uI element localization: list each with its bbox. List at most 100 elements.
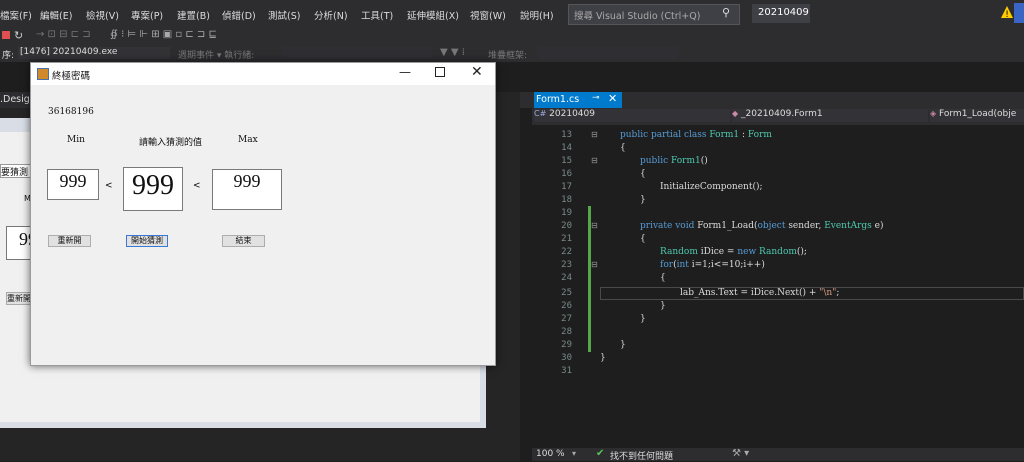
search-placeholder: 搜尋 Visual Studio (Ctrl+Q)	[574, 11, 701, 22]
close-icon[interactable]: ✕	[471, 64, 483, 80]
stop-icon[interactable]	[2, 31, 10, 39]
close-tab-icon[interactable]: ✕	[608, 92, 617, 105]
line-number: 13	[561, 130, 572, 140]
standard-toolbar: ↻ → ⊡ ⊟ ⊏ ⊐ ∯ ⁝ ⊨ ⊩ ⊞ ▣ ▫ ⊏ ⊐ ⊑	[0, 28, 1024, 46]
guess-textbox[interactable]: 999	[123, 167, 183, 211]
step-icon[interactable]: → ⊡ ⊟ ⊏ ⊐	[36, 29, 91, 40]
menu-analyze[interactable]: 分析(N)	[314, 8, 348, 22]
designer-label[interactable]: 要猜測	[0, 164, 34, 178]
min-label: Min	[67, 135, 85, 145]
minimize-icon[interactable]: —	[399, 65, 411, 79]
less-than-1: <	[105, 181, 113, 191]
code-line: public Form1()	[640, 156, 708, 166]
code-line: }	[620, 340, 626, 350]
line-number: 30	[561, 353, 572, 363]
menu-test[interactable]: 測試(S)	[268, 8, 300, 22]
pin-icon[interactable]: ⊸	[592, 93, 600, 103]
line-number: 24	[561, 273, 572, 283]
code-line: }	[640, 195, 646, 205]
process-select[interactable]: [1476] 20210409.exe	[18, 47, 170, 59]
menu-help[interactable]: 說明(H)	[520, 8, 554, 22]
collapse-icon[interactable]: ⊟	[591, 221, 598, 230]
brush-icon[interactable]: ⚒ ▾	[732, 448, 749, 459]
line-number: 23	[561, 260, 572, 270]
answer-label: 36168196	[48, 107, 94, 117]
app-icon	[37, 68, 49, 80]
svg-text:!: !	[1005, 10, 1009, 19]
line-number: 28	[561, 327, 572, 337]
line-number: 16	[561, 169, 572, 179]
line-number: 20	[561, 221, 572, 231]
zoom-dropdown-icon[interactable]: ▾	[572, 449, 576, 458]
line-number: 18	[561, 195, 572, 205]
restart-icon[interactable]: ↻	[14, 29, 23, 42]
menu-extensions[interactable]: 延伸模組(X)	[407, 8, 459, 22]
line-number: 21	[561, 234, 572, 244]
menu-window[interactable]: 視窗(W)	[470, 8, 506, 22]
tab-label: Form1.cs	[536, 94, 580, 105]
status-text[interactable]: 找不到任何問題	[610, 449, 673, 462]
line-number: 22	[561, 247, 572, 257]
menu-view[interactable]: 檢視(V)	[86, 8, 119, 22]
code-line: {	[640, 169, 646, 179]
start-button[interactable]: 開始猜測	[126, 235, 168, 247]
zoom-level[interactable]: 100 %	[536, 449, 565, 459]
line-number: 27	[561, 314, 572, 324]
code-line: }	[660, 301, 666, 311]
code-line: public partial class Form1 : Form	[620, 130, 772, 140]
end-button[interactable]: 結束	[222, 235, 265, 247]
max-textbox[interactable]: 999	[212, 169, 282, 210]
code-line: for(int i=1;i<=10;i++)	[660, 260, 765, 270]
account-icon[interactable]	[1014, 3, 1024, 23]
project-dropdown[interactable]: C# 20210409	[534, 109, 730, 122]
maximize-icon[interactable]	[435, 67, 445, 77]
lifecycle-label: 週期事件 ▾ 執行緒:	[178, 51, 255, 61]
menu-debug[interactable]: 偵錯(D)	[222, 8, 256, 22]
collapse-icon[interactable]: ⊟	[591, 260, 598, 269]
tab-form1-cs[interactable]: Form1.cs ⊸ ✕	[534, 92, 622, 108]
stackframe-label: 堆疊框架:	[488, 51, 528, 61]
member-name: Form1_Load(obje	[939, 109, 1017, 119]
designer-tab[interactable]: .Design	[0, 92, 36, 108]
project-name: 20210409	[549, 109, 595, 119]
process-label: 序:	[2, 51, 15, 61]
search-icon[interactable]: ⚲	[722, 6, 730, 19]
menu-tools[interactable]: 工具(T)	[361, 8, 393, 22]
menu-build[interactable]: 建置(B)	[177, 8, 210, 22]
check-icon: ✔	[596, 448, 605, 459]
menu-file[interactable]: 檔案(F)	[0, 8, 32, 22]
code-line: }	[640, 314, 646, 324]
code-line: {	[660, 273, 666, 283]
collapse-icon[interactable]: ⊟	[591, 130, 598, 139]
line-number: 19	[561, 208, 572, 218]
form-title: 終極密碼	[52, 71, 91, 82]
thread-select[interactable]	[282, 47, 432, 59]
max-label: Max	[238, 135, 258, 145]
form-window: 終極密碼 — ✕ 36168196 Min 請輸入猜測的值 Max 999 < …	[30, 62, 496, 366]
debug-location-toolbar: 序: [1476] 20210409.exe 週期事件 ▾ 執行緒: ▼ ▼ ⁞…	[0, 46, 1024, 62]
form-titlebar: 終極密碼 — ✕	[31, 63, 495, 85]
class-dropdown[interactable]: ◆ _20210409.Form1	[732, 109, 928, 122]
stackframe-select[interactable]	[538, 47, 678, 59]
warning-icon[interactable]: !	[1000, 5, 1014, 19]
editor-status-bar: 100 % ▾ ✔ 找不到任何問題 ⚒ ▾	[532, 448, 1024, 462]
prompt-label: 請輸入猜測的值	[139, 138, 203, 148]
reset-button[interactable]: 重新開	[48, 235, 91, 247]
search-box[interactable]: 搜尋 Visual Studio (Ctrl+Q)	[568, 4, 740, 25]
less-than-2: <	[193, 181, 201, 191]
line-number: 26	[561, 301, 572, 311]
member-dropdown[interactable]: ◈ Form1_Load(obje	[930, 109, 1024, 122]
filter-icons[interactable]: ▼ ▼ ⁞	[440, 47, 465, 58]
menu-edit[interactable]: 編輯(E)	[40, 8, 72, 22]
format-icons[interactable]: ∯ ⁝ ⊨ ⊩ ⊞ ▣ ▫ ⊏ ⊐ ⊑	[110, 29, 217, 40]
menu-project[interactable]: 專案(P)	[131, 8, 163, 22]
min-textbox[interactable]: 999	[47, 169, 99, 200]
collapse-icon[interactable]: ⊟	[591, 156, 598, 165]
solution-name-badge: 20210409	[752, 4, 810, 23]
line-number: 17	[561, 182, 572, 192]
line-number: 25	[561, 288, 572, 298]
code-line: InitializeComponent();	[660, 182, 763, 192]
class-name: _20210409.Form1	[741, 109, 823, 119]
line-number: 31	[561, 366, 572, 376]
code-line: Random iDice = new Random();	[660, 247, 807, 257]
